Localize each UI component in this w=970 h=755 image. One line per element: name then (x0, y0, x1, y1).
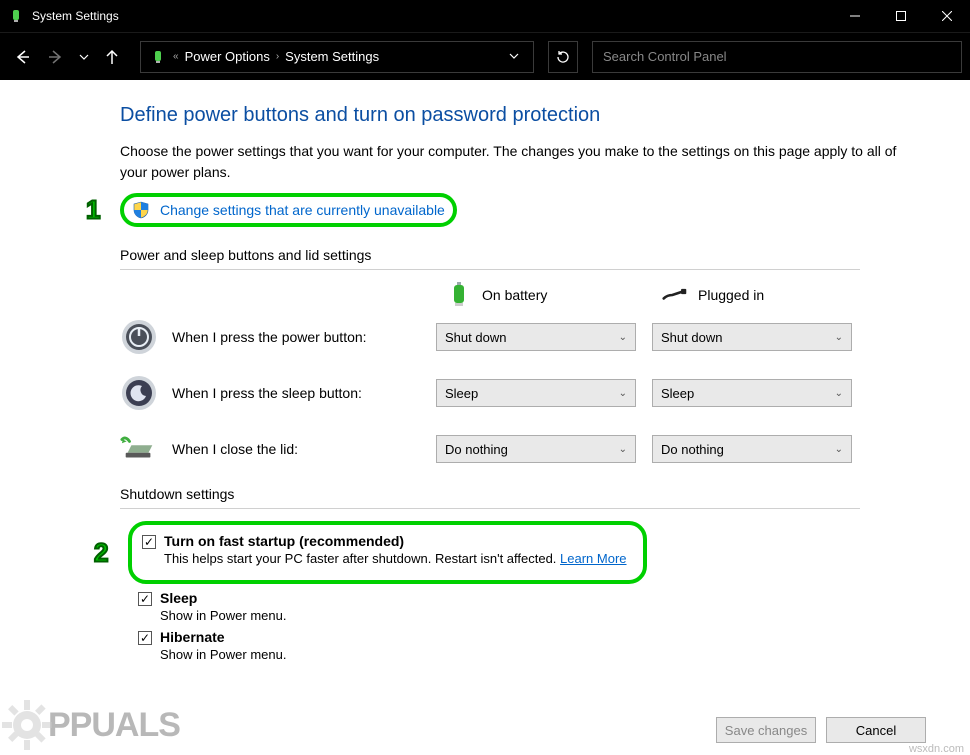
battery-icon (446, 282, 472, 308)
admin-link-callout: 1 Change settings that are currently una… (120, 193, 457, 227)
brand-watermark: PPUALS (0, 695, 180, 755)
column-label: Plugged in (698, 287, 764, 303)
checkbox-row-hibernate: Hibernate Show in Power menu. (138, 629, 950, 662)
fast-startup-title: Turn on fast startup (recommended) (164, 533, 627, 549)
checkbox-sleep[interactable] (138, 592, 152, 606)
row-close-lid: When I close the lid: Do nothing⌄ Do not… (120, 430, 950, 468)
callout-number-2: 2 (94, 537, 108, 568)
chevron-left-icon: « (171, 51, 181, 62)
battery-icon (149, 48, 167, 66)
save-button[interactable]: Save changes (716, 717, 816, 743)
sleep-desc: Show in Power menu. (160, 608, 286, 623)
page-heading: Define power buttons and turn on passwor… (120, 104, 950, 127)
navbar: « Power Options › System Settings Search… (0, 32, 970, 80)
setting-label: When I press the sleep button: (172, 385, 362, 401)
brand-text: PPUALS (48, 706, 180, 745)
recent-dropdown[interactable] (76, 43, 92, 71)
column-header-plugged: Plugged in (652, 282, 852, 308)
refresh-button[interactable] (548, 41, 578, 73)
dropdown-power-battery[interactable]: Shut down⌄ (436, 323, 636, 351)
setting-label: When I close the lid: (172, 441, 298, 457)
plug-icon (662, 282, 688, 308)
address-dropdown[interactable] (499, 48, 529, 66)
titlebar: System Settings (0, 0, 970, 32)
dropdown-sleep-battery[interactable]: Sleep⌄ (436, 379, 636, 407)
breadcrumb-item[interactable]: Power Options (181, 49, 274, 64)
close-button[interactable] (924, 0, 970, 32)
row-sleep-button: When I press the sleep button: Sleep⌄ Sl… (120, 374, 950, 412)
change-settings-link[interactable]: Change settings that are currently unava… (160, 202, 445, 218)
hibernate-desc: Show in Power menu. (160, 647, 286, 662)
row-power-button: When I press the power button: Shut down… (120, 318, 950, 356)
chevron-down-icon: ⌄ (619, 388, 627, 399)
fast-startup-desc: This helps start your PC faster after sh… (164, 551, 627, 566)
intro-text: Choose the power settings that you want … (120, 141, 910, 183)
chevron-right-icon: › (274, 51, 281, 62)
dropdown-lid-battery[interactable]: Do nothing⌄ (436, 435, 636, 463)
maximize-button[interactable] (878, 0, 924, 32)
dropdown-power-plugged[interactable]: Shut down⌄ (652, 323, 852, 351)
search-placeholder: Search Control Panel (603, 49, 727, 64)
chevron-down-icon: ⌄ (835, 388, 843, 399)
address-bar[interactable]: « Power Options › System Settings (140, 41, 534, 73)
gear-icon (0, 698, 54, 752)
site-watermark: wsxdn.com (909, 743, 964, 755)
search-input[interactable]: Search Control Panel (592, 41, 962, 73)
dropdown-lid-plugged[interactable]: Do nothing⌄ (652, 435, 852, 463)
content-area: Define power buttons and turn on passwor… (0, 80, 970, 662)
up-button[interactable] (98, 43, 126, 71)
learn-more-link[interactable]: Learn More (560, 551, 626, 566)
forward-button[interactable] (42, 43, 70, 71)
back-button[interactable] (8, 43, 36, 71)
setting-label: When I press the power button: (172, 329, 367, 345)
laptop-lid-icon (120, 430, 158, 468)
hibernate-title: Hibernate (160, 629, 286, 645)
checkbox-hibernate[interactable] (138, 631, 152, 645)
checkbox-fast-startup[interactable] (142, 535, 156, 549)
sleep-button-icon (120, 374, 158, 412)
callout-number-1: 1 (86, 195, 100, 226)
app-icon (8, 8, 24, 24)
group-title-shutdown: Shutdown settings (120, 486, 860, 509)
dropdown-sleep-plugged[interactable]: Sleep⌄ (652, 379, 852, 407)
column-label: On battery (482, 287, 547, 303)
cancel-button[interactable]: Cancel (826, 717, 926, 743)
minimize-button[interactable] (832, 0, 878, 32)
checkbox-row-sleep: Sleep Show in Power menu. (138, 590, 950, 623)
chevron-down-icon: ⌄ (619, 332, 627, 343)
column-header-battery: On battery (436, 282, 636, 308)
sleep-title: Sleep (160, 590, 286, 606)
shield-icon (132, 201, 150, 219)
chevron-down-icon: ⌄ (835, 332, 843, 343)
power-button-icon (120, 318, 158, 356)
chevron-down-icon: ⌄ (835, 444, 843, 455)
breadcrumb-item[interactable]: System Settings (281, 49, 383, 64)
window-title: System Settings (32, 9, 832, 23)
group-title-buttons: Power and sleep buttons and lid settings (120, 247, 860, 270)
chevron-down-icon: ⌄ (619, 444, 627, 455)
footer-buttons: Save changes Cancel (716, 717, 926, 743)
fast-startup-callout: 2 Turn on fast startup (recommended) Thi… (128, 521, 647, 584)
